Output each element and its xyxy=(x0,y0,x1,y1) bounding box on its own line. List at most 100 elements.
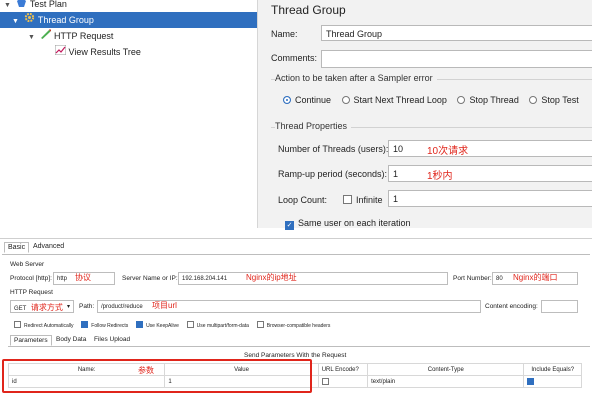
path-label: Path: xyxy=(79,303,95,310)
checkbox-icon xyxy=(343,195,352,204)
radio-icon xyxy=(529,96,538,104)
checkbox-multipart[interactable]: Use multipart/form-data xyxy=(186,321,249,329)
url-encode-cell[interactable] xyxy=(317,375,369,388)
radio-label: Start Next Thread Loop xyxy=(353,95,447,105)
chart-icon xyxy=(54,44,66,60)
port-label: Port Number: xyxy=(453,275,492,282)
radio-icon xyxy=(341,96,350,104)
checkbox-follow-redirects[interactable]: Follow Redirects xyxy=(81,321,129,329)
checkbox-redirect-automatically[interactable]: Redirect Automatically xyxy=(14,321,74,329)
pen-icon xyxy=(40,28,52,44)
server-field[interactable]: 192.168.204.141 xyxy=(178,272,448,285)
radio-stop-thread[interactable]: Stop Thread xyxy=(457,95,519,105)
subtab-divider xyxy=(8,346,590,347)
tab-advanced[interactable]: Advanced xyxy=(30,242,67,251)
tree-item-label: HTTP Request xyxy=(54,31,114,41)
checkbox-icon xyxy=(14,321,21,328)
options-checkboxes: Redirect Automatically Follow Redirects … xyxy=(14,321,330,329)
thread-group-panel: Thread Group Name: Thread Group Comments… xyxy=(257,0,592,230)
infinite-checkbox[interactable]: Infinite xyxy=(343,195,383,205)
tree-item-test-plan[interactable]: ▼ Test Plan xyxy=(4,0,67,12)
thread-properties-legend: Thread Properties xyxy=(275,121,352,131)
include-equals-cell[interactable] xyxy=(523,375,582,388)
tree-item-view-results-tree[interactable]: View Results Tree xyxy=(54,44,141,60)
panel-title: Thread Group xyxy=(271,3,346,17)
path-annotation: 项目url xyxy=(152,301,177,310)
tree-item-label: Test Plan xyxy=(29,0,67,9)
content-encoding-field[interactable] xyxy=(541,300,578,313)
content-type-cell[interactable]: text/plain xyxy=(367,375,525,388)
radio-label: Continue xyxy=(295,95,332,105)
checkbox-browser-compatible-headers[interactable]: Browser-compatible headers xyxy=(256,321,331,329)
server-annotation: Nginx的ip地址 xyxy=(246,273,297,282)
web-server-legend: Web Server xyxy=(10,261,45,268)
method-annotation: 请求方式 xyxy=(30,303,63,312)
send-params-label: Send Parameters With the Request xyxy=(244,352,347,359)
checkbox-use-keepalive[interactable]: Use KeepAlive xyxy=(136,321,179,329)
tab-parameters[interactable]: Parameters xyxy=(10,335,52,346)
same-user-checkbox[interactable]: ✓ Same user on each iteration xyxy=(285,218,411,230)
checkbox-label: Redirect Automatically xyxy=(24,323,74,329)
tab-divider xyxy=(2,254,590,255)
loop-count-field[interactable]: 1 xyxy=(388,190,592,207)
column-header-content-type: Content-Type xyxy=(367,363,525,376)
name-field[interactable]: Thread Group xyxy=(321,25,592,41)
rampup-label: Ramp-up period (seconds): xyxy=(278,169,388,179)
test-plan-icon xyxy=(16,0,28,12)
method-dropdown[interactable]: GET 请求方式 ▾ xyxy=(10,300,74,313)
radio-stop-test[interactable]: Stop Test xyxy=(529,95,579,105)
test-plan-tree: ▼ Test Plan ▼ Thread Group ▼ HTTP Reques… xyxy=(0,0,257,228)
column-header-include-equals: Include Equals? xyxy=(523,363,582,376)
threads-label: Number of Threads (users): xyxy=(278,144,389,154)
port-annotation: Nginx的端口 xyxy=(513,273,558,282)
collapse-toggle-icon[interactable]: ▼ xyxy=(28,30,37,46)
radio-selected-icon xyxy=(283,96,291,104)
radio-start-next-thread-loop[interactable]: Start Next Thread Loop xyxy=(341,95,447,105)
tab-body-data[interactable]: Body Data xyxy=(53,335,89,344)
tree-item-label: View Results Tree xyxy=(68,47,141,57)
rampup-annotation: 1秒内 xyxy=(427,171,453,182)
checkbox-icon xyxy=(186,321,194,328)
rampup-field[interactable]: 1 xyxy=(388,165,592,182)
tab-files-upload[interactable]: Files Upload xyxy=(91,335,133,344)
radio-label: Stop Thread xyxy=(469,95,519,105)
tree-item-label: Thread Group xyxy=(37,15,94,25)
content-encoding-label: Content encoding: xyxy=(485,303,538,310)
action-legend: Action to be taken after a Sampler error xyxy=(275,73,437,83)
chevron-down-icon: ▾ xyxy=(66,304,70,310)
checkbox-label: Same user on each iteration xyxy=(298,218,411,228)
checkbox-label: Use multipart/form-data xyxy=(196,323,249,329)
protocol-annotation: 协议 xyxy=(75,273,91,282)
server-label: Server Name or IP: xyxy=(122,275,178,282)
threads-field[interactable]: 10 xyxy=(388,140,592,157)
comments-field[interactable] xyxy=(321,50,592,68)
method-value: GET xyxy=(14,306,27,312)
parameters-highlight-box xyxy=(2,359,312,393)
http-request-screenshot: Basic Advanced Web Server Protocol [http… xyxy=(0,238,592,409)
radio-icon xyxy=(457,96,466,104)
gear-icon xyxy=(24,12,36,28)
tree-item-thread-group[interactable]: ▼ Thread Group xyxy=(0,12,257,28)
checkbox-label: Infinite xyxy=(356,195,383,205)
checkbox-label: Follow Redirects xyxy=(91,323,129,329)
checkbox-icon xyxy=(321,377,329,385)
comments-label: Comments: xyxy=(271,53,318,63)
protocol-label: Protocol [http]: xyxy=(10,275,52,282)
collapse-toggle-icon[interactable]: ▼ xyxy=(12,14,21,30)
tree-item-http-request[interactable]: ▼ HTTP Request xyxy=(28,28,113,44)
tab-basic[interactable]: Basic xyxy=(4,242,30,253)
checkbox-icon xyxy=(256,321,264,328)
thread-group-screenshot: ▼ Test Plan ▼ Thread Group ▼ HTTP Reques… xyxy=(0,0,592,230)
checkbox-checked-icon xyxy=(81,321,89,328)
checkbox-label: Browser-compatible headers xyxy=(266,323,331,329)
sampler-error-actions: Continue Start Next Thread Loop Stop Thr… xyxy=(283,95,579,105)
checkbox-checked-icon xyxy=(527,377,535,385)
loop-count-label: Loop Count: xyxy=(278,195,328,205)
checkbox-checked-icon: ✓ xyxy=(285,221,294,230)
checkbox-label: Use KeepAlive xyxy=(146,323,179,329)
radio-continue[interactable]: Continue xyxy=(283,95,331,105)
radio-label: Stop Test xyxy=(541,95,579,105)
column-header-url-encode: URL Encode? xyxy=(317,363,369,376)
http-request-legend: HTTP Request xyxy=(10,289,53,296)
name-label: Name: xyxy=(271,29,298,39)
